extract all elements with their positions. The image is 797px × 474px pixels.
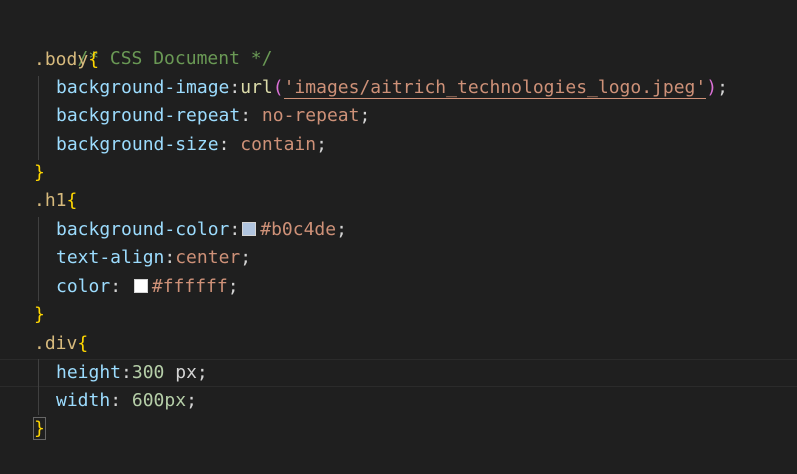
- open-brace: {: [77, 333, 89, 354]
- selector: .div: [34, 333, 78, 354]
- semicolon: ;: [316, 134, 327, 155]
- colon: :: [121, 362, 132, 383]
- code-line-10[interactable]: color: #ffffff;: [34, 273, 239, 301]
- color-swatch-icon[interactable]: [242, 222, 257, 236]
- code-line-4[interactable]: background-repeat: no-repeat;: [34, 102, 370, 130]
- property-value: no-repeat: [261, 105, 360, 126]
- close-paren: ): [706, 77, 718, 98]
- semicolon: ;: [196, 362, 208, 383]
- colon: :: [110, 276, 132, 297]
- close-brace: }: [33, 417, 46, 440]
- code-line-15[interactable]: }: [33, 415, 46, 443]
- colon: :: [229, 77, 241, 98]
- code-line-8[interactable]: background-color: #b0c4de;: [34, 216, 347, 244]
- code-editor[interactable]: /* CSS Document */ .body{ background-ima…: [0, 0, 797, 474]
- property-value: #ffffff: [151, 276, 228, 297]
- code-line-13[interactable]: height:300 px;: [34, 359, 208, 387]
- property-name: background-repeat: [56, 105, 241, 126]
- property-value: #b0c4de: [260, 219, 337, 240]
- semicolon: ;: [186, 390, 197, 411]
- open-brace: {: [66, 190, 78, 211]
- property-name: color: [56, 276, 111, 297]
- code-line-1[interactable]: /* CSS Document */: [34, 17, 272, 69]
- open-brace: {: [88, 49, 100, 70]
- code-line-6[interactable]: }: [34, 159, 45, 187]
- code-line-7[interactable]: .h1{: [34, 187, 77, 215]
- comment: /* CSS Document */: [77, 48, 273, 69]
- colon: :: [229, 219, 241, 240]
- property-name: background-image: [56, 77, 230, 98]
- colon: :: [110, 390, 132, 411]
- code-line-11[interactable]: }: [34, 301, 45, 329]
- color-swatch-icon[interactable]: [133, 279, 148, 293]
- property-name: width: [56, 390, 111, 411]
- unit: px: [164, 362, 197, 383]
- property-value: center: [175, 247, 241, 268]
- property-value: contain: [240, 134, 317, 155]
- semicolon: ;: [336, 219, 347, 240]
- colon: :: [240, 105, 262, 126]
- code-line-5[interactable]: background-size: contain;: [34, 131, 327, 159]
- code-line-3[interactable]: background-image:url('images/aitrich_tec…: [34, 74, 728, 102]
- semicolon: ;: [717, 77, 728, 98]
- code-line-14[interactable]: width: 600px;: [34, 387, 197, 415]
- selector: .h1: [34, 190, 67, 211]
- semicolon: ;: [359, 105, 371, 126]
- semicolon: ;: [227, 276, 239, 297]
- code-line-9[interactable]: text-align:center;: [34, 244, 251, 272]
- url-function: url: [240, 77, 273, 98]
- colon: :: [218, 134, 241, 155]
- close-brace: }: [34, 162, 45, 183]
- property-name: text-align: [56, 247, 165, 268]
- property-name: height: [56, 362, 122, 383]
- selector: .body: [34, 49, 89, 70]
- code-line-12[interactable]: .div{: [34, 330, 88, 358]
- property-name: background-color: [56, 219, 230, 240]
- numeric-value: 300: [131, 362, 165, 383]
- close-brace: }: [34, 304, 45, 325]
- open-paren: (: [272, 77, 284, 98]
- property-name: background-size: [56, 134, 219, 155]
- url-link[interactable]: 'images/aitrich_technologies_logo.jpeg': [283, 77, 707, 99]
- numeric-value: 600px: [131, 390, 187, 411]
- code-line-2[interactable]: .body{: [34, 46, 99, 74]
- semicolon: ;: [240, 247, 252, 268]
- colon: :: [164, 247, 176, 268]
